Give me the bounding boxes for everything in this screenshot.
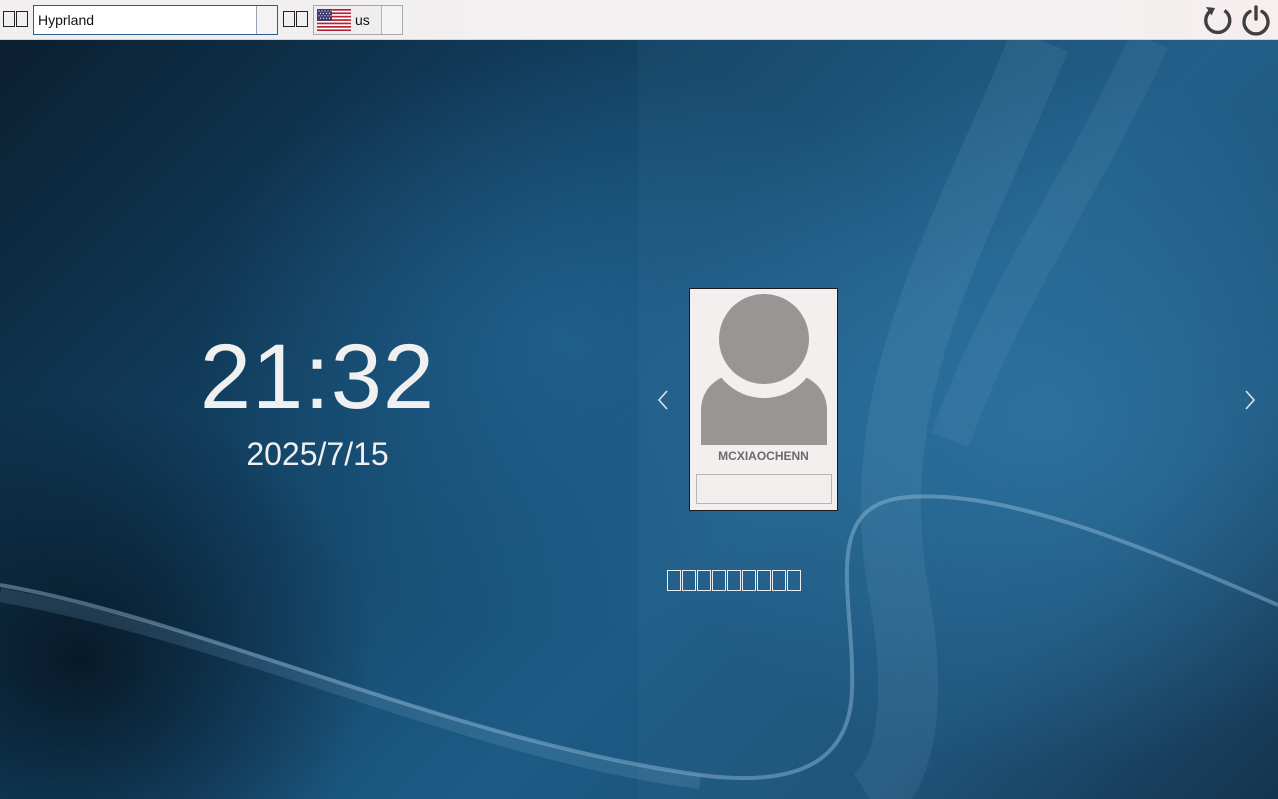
missing-glyph: [742, 570, 756, 591]
session-label: [3, 10, 28, 28]
missing-glyph: [3, 11, 15, 27]
keyboard-label: [283, 10, 308, 28]
missing-glyph: [16, 11, 28, 27]
session-value: Hyprland: [38, 12, 95, 28]
session-select[interactable]: Hyprland: [33, 5, 278, 35]
user-avatar-icon: [701, 293, 827, 445]
missing-glyph: [757, 570, 771, 591]
missing-glyph: [667, 570, 681, 591]
user-card[interactable]: MCXIAOCHENN: [689, 288, 838, 511]
session-dropdown-button[interactable]: [256, 6, 277, 34]
missing-glyph: [682, 570, 696, 591]
missing-glyph: [772, 570, 786, 591]
keyboard-dropdown-button[interactable]: [381, 6, 402, 34]
power-icon[interactable]: [1240, 4, 1272, 36]
reboot-icon[interactable]: [1202, 4, 1234, 36]
top-bar: Hyprland us: [0, 0, 1278, 40]
missing-glyph: [712, 570, 726, 591]
keyboard-layout-select[interactable]: us: [313, 5, 403, 35]
login-message: [667, 570, 801, 592]
missing-glyph: [296, 11, 308, 27]
clock-time: 21:32: [199, 326, 436, 428]
missing-glyph: [787, 570, 801, 591]
previous-user-arrow-icon[interactable]: [650, 386, 678, 414]
missing-glyph: [727, 570, 741, 591]
missing-glyph: [697, 570, 711, 591]
next-user-arrow-icon[interactable]: [1237, 386, 1265, 414]
username-label: MCXIAOCHENN: [718, 449, 809, 463]
missing-glyph: [283, 11, 295, 27]
us-flag-icon: [317, 9, 351, 31]
password-input[interactable]: [696, 474, 832, 504]
clock-date: 2025/7/15: [246, 436, 389, 472]
keyboard-layout-value: us: [355, 12, 370, 28]
